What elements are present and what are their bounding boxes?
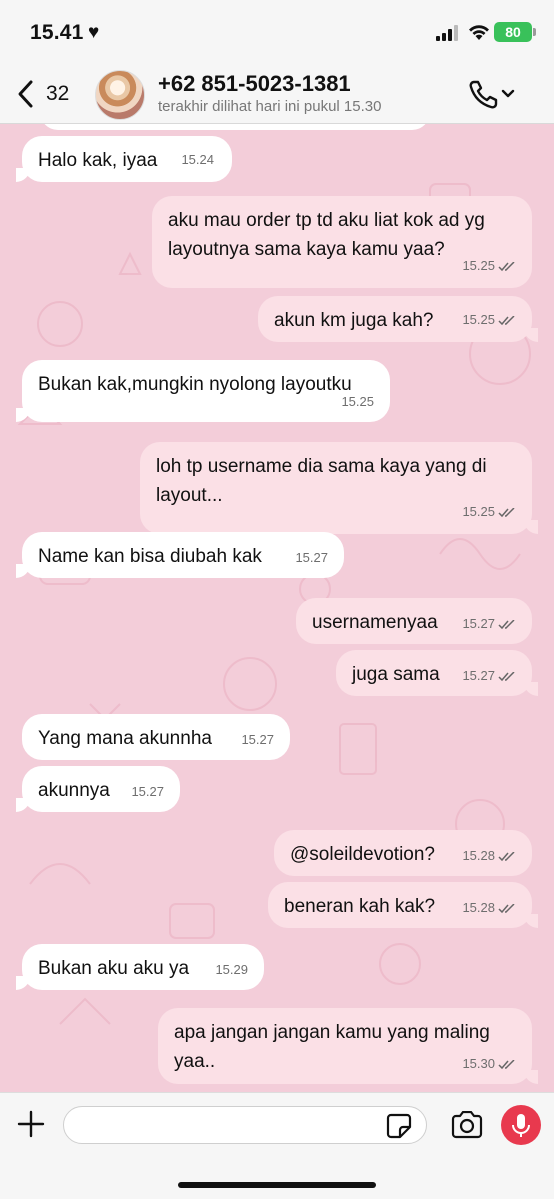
message-outgoing[interactable]: aku mau order tp td aku liat kok ad yg l… — [152, 196, 532, 288]
plus-icon[interactable] — [16, 1109, 46, 1139]
message-meta: 15.30 — [462, 1049, 516, 1078]
microphone-icon — [512, 1114, 530, 1137]
message-text: Bukan aku aku ya — [38, 958, 190, 979]
message-meta: 15.27 — [462, 609, 516, 638]
message-outgoing[interactable]: apa jangan jangan kamu yang maling yaa..… — [158, 1008, 532, 1084]
message-text: loh tp username dia sama kaya yang di la… — [156, 456, 487, 506]
home-indicator — [178, 1182, 376, 1188]
message-text: akun km juga kah? — [274, 310, 434, 331]
message-text: juga sama — [352, 664, 440, 685]
contact-name[interactable]: +62 851-5023-1381 — [158, 71, 351, 97]
message-meta: 15.28 — [462, 893, 516, 922]
message-time: 15.27 — [462, 616, 495, 631]
message-text: Halo kak, iyaa — [38, 150, 158, 171]
message-meta: 15.25 — [462, 497, 516, 526]
avatar[interactable] — [95, 70, 145, 120]
message-time: 15.27 — [295, 550, 328, 565]
message-outgoing[interactable]: loh tp username dia sama kaya yang di la… — [140, 442, 532, 534]
phone-icon[interactable] — [468, 78, 520, 110]
chat-header: 32 +62 851-5023-1381 terakhir dilihat ha… — [0, 66, 554, 124]
status-bar: 15.41 ♥ 80 — [0, 0, 554, 66]
message-text: aku mau order tp td aku liat kok ad yg l… — [168, 210, 485, 260]
double-check-icon — [498, 315, 515, 325]
message-time: 15.29 — [215, 962, 248, 977]
message-input[interactable] — [63, 1106, 427, 1144]
message-outgoing[interactable]: beneran kah kak? 15.28 — [268, 882, 532, 928]
message-time: 15.25 — [462, 312, 495, 327]
double-check-icon — [498, 1059, 515, 1069]
message-outgoing[interactable]: @soleildevotion? 15.28 — [274, 830, 532, 876]
double-check-icon — [498, 903, 515, 913]
double-check-icon — [498, 851, 515, 861]
double-check-icon — [498, 507, 515, 517]
cellular-signal-icon — [436, 25, 458, 41]
message-text: Name kan bisa diubah kak — [38, 546, 262, 567]
message-time: 15.24 — [181, 152, 214, 167]
battery-nub — [533, 28, 536, 36]
message-time: 15.28 — [462, 848, 495, 863]
message-time: 15.25 — [341, 394, 374, 409]
microphone-button[interactable] — [501, 1105, 541, 1145]
message-outgoing[interactable]: usernamenyaa 15.27 — [296, 598, 532, 644]
message-incoming[interactable]: Name kan bisa diubah kak 15.27 — [22, 532, 344, 578]
message-text: beneran kah kak? — [284, 896, 436, 917]
previous-message-bubble[interactable] — [40, 124, 430, 130]
message-text: Yang mana akunnha — [38, 728, 212, 749]
double-check-icon — [498, 619, 515, 629]
heart-icon: ♥ — [88, 22, 100, 43]
unread-chats-count[interactable]: 32 — [46, 82, 69, 106]
wifi-icon — [469, 25, 489, 40]
message-meta: 15.25 — [462, 251, 516, 280]
chat-area[interactable]: Halo kak, iyaa 15.24 aku mau order tp td… — [0, 124, 554, 1092]
message-time: 15.30 — [462, 1056, 495, 1071]
message-incoming[interactable]: Halo kak, iyaa 15.24 — [22, 136, 232, 182]
message-time: 15.27 — [131, 784, 164, 799]
message-outgoing[interactable]: akun km juga kah? 15.25 — [258, 296, 532, 342]
message-meta: 15.28 — [462, 841, 516, 870]
double-check-icon — [498, 671, 515, 681]
message-incoming[interactable]: Bukan aku aku ya 15.29 — [22, 944, 264, 990]
double-check-icon — [498, 261, 515, 271]
message-text: akunnya — [38, 780, 110, 801]
battery-level: 80 — [505, 24, 521, 40]
message-time: 15.25 — [462, 504, 495, 519]
status-time: 15.41 — [30, 21, 84, 44]
chevron-left-icon — [18, 80, 33, 108]
message-time: 15.27 — [241, 732, 274, 747]
message-meta: 15.27 — [462, 661, 516, 690]
message-time: 15.27 — [462, 668, 495, 683]
last-seen-status: terakhir dilihat hari ini pukul 15.30 — [158, 98, 382, 115]
message-time: 15.25 — [462, 258, 495, 273]
camera-icon[interactable] — [450, 1111, 484, 1139]
message-outgoing[interactable]: juga sama 15.27 — [336, 650, 532, 696]
message-incoming[interactable]: akunnya 15.27 — [22, 766, 180, 812]
message-text: apa jangan jangan kamu yang maling yaa.. — [174, 1022, 490, 1072]
message-meta: 15.25 — [462, 305, 516, 334]
message-incoming[interactable]: Bukan kak,mungkin nyolong layoutku 15.25 — [22, 360, 390, 422]
message-incoming[interactable]: Yang mana akunnha 15.27 — [22, 714, 290, 760]
message-text: Bukan kak,mungkin nyolong layoutku — [38, 374, 352, 395]
battery-indicator: 80 — [494, 22, 532, 42]
message-text: usernamenyaa — [312, 612, 438, 633]
message-text: @soleildevotion? — [290, 844, 435, 865]
message-time: 15.28 — [462, 900, 495, 915]
sticker-icon[interactable] — [386, 1113, 412, 1139]
